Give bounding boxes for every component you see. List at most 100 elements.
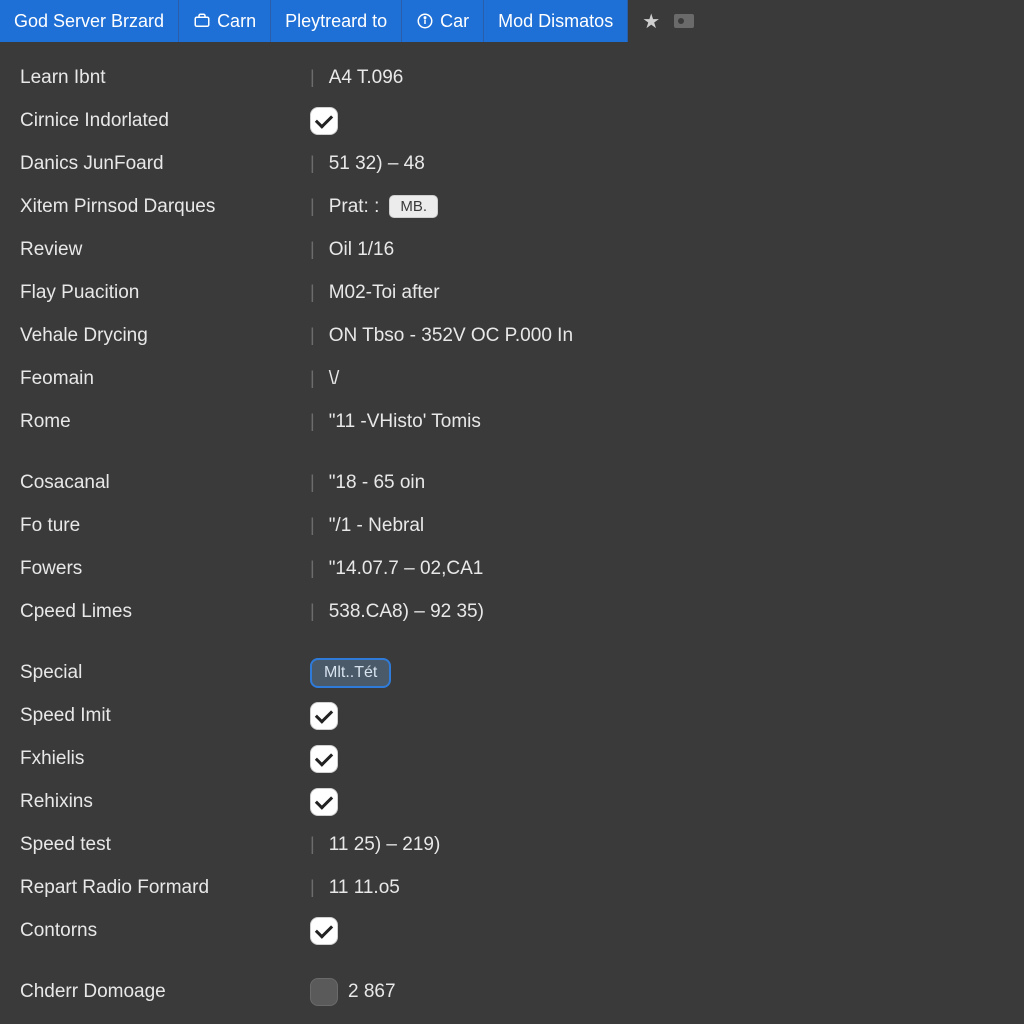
value-text: A4 T.096	[329, 67, 404, 89]
property-row: Fxhielis	[20, 737, 1004, 780]
property-value	[310, 702, 338, 730]
property-value	[310, 788, 338, 816]
property-value: | M02-Toi after	[310, 282, 440, 304]
property-row: Fo ture| "/1 - Nebral	[20, 504, 1004, 547]
property-label: Review	[20, 239, 310, 261]
checkbox[interactable]	[310, 788, 338, 816]
checkbox[interactable]	[310, 702, 338, 730]
value-text: "11 -VHisto' Tomis	[329, 411, 481, 433]
property-row: Review| Oil 1/16	[20, 228, 1004, 271]
value-text: 2 867	[348, 981, 396, 1003]
property-label: Rehixins	[20, 791, 310, 813]
property-row: Contorns	[20, 909, 1004, 952]
checkbox[interactable]	[310, 745, 338, 773]
property-label: Danics JunFoard	[20, 153, 310, 175]
property-value	[310, 917, 338, 945]
property-label: Flay Puacition	[20, 282, 310, 304]
property-row: Rehixins	[20, 780, 1004, 823]
star-icon[interactable]: ★	[642, 9, 660, 34]
value-text: \/	[329, 368, 340, 390]
tabbar-actions: ★	[628, 0, 708, 42]
property-label: Speed test	[20, 834, 310, 856]
property-label: Repart Radio Formard	[20, 877, 310, 899]
property-label: Cosacanal	[20, 472, 310, 494]
property-label: Feomain	[20, 368, 310, 390]
property-label: Rome	[20, 411, 310, 433]
property-label: Special	[20, 662, 310, 684]
property-label: Cpeed Limes	[20, 601, 310, 623]
value-text: M02-Toi after	[329, 282, 440, 304]
value-text: "18 - 65 oin	[329, 472, 426, 494]
property-value	[310, 745, 338, 773]
checkbox-disabled	[310, 978, 338, 1006]
tab-label: Mod Dismatos	[498, 11, 613, 32]
property-row: Danics JunFoard| 51 32) – 48	[20, 142, 1004, 185]
property-value: | Oil 1/16	[310, 239, 394, 261]
property-row: Cosacanal|"18 - 65 oin	[20, 461, 1004, 504]
briefcase-icon	[193, 12, 211, 30]
value-separator: |	[310, 368, 319, 389]
property-value: |"14.07.7 – 02,CA1	[310, 558, 483, 580]
tag-icon[interactable]	[674, 14, 694, 28]
property-value: |"18 - 65 oin	[310, 472, 425, 494]
property-row: Vehale Drycing| ON Tbso - 352V OC P.000 I…	[20, 314, 1004, 357]
value-separator: |	[310, 515, 319, 536]
property-label: Speed Imit	[20, 705, 310, 727]
value-separator: |	[310, 239, 319, 260]
info-icon	[416, 12, 434, 30]
property-row: Chderr Domoage 2 867	[20, 970, 1004, 1013]
tab-car[interactable]: Car	[402, 0, 484, 42]
tab-label: Carn	[217, 11, 256, 32]
value-separator: |	[310, 282, 319, 303]
value-separator: |	[310, 601, 319, 622]
checkbox[interactable]	[310, 107, 338, 135]
value-separator: |	[310, 834, 319, 855]
property-label: Learn Ibnt	[20, 67, 310, 89]
property-row: Fowers|"14.07.7 – 02,CA1	[20, 547, 1004, 590]
value-separator: |	[310, 877, 319, 898]
tab-carn[interactable]: Carn	[179, 0, 271, 42]
tab-pleytreard[interactable]: Pleytreard to	[271, 0, 402, 42]
chip[interactable]: MB.	[389, 195, 438, 218]
property-label: Cirnice Indorlated	[20, 110, 310, 132]
property-row: Cpeed Limes| 538.CA8) – 92 35)	[20, 590, 1004, 633]
property-value: | 538.CA8) – 92 35)	[310, 601, 484, 623]
property-row: Learn Ibnt| A4 T.096	[20, 56, 1004, 99]
property-label: Chderr Domoage	[20, 981, 310, 1003]
property-label: Vehale Drycing	[20, 325, 310, 347]
value-separator: |	[310, 558, 319, 579]
property-label: Fxhielis	[20, 748, 310, 770]
value-text: 11 11.o5	[329, 877, 400, 899]
tab-god-server[interactable]: God Server Brzard	[0, 0, 179, 42]
property-value: | "/1 - Nebral	[310, 515, 424, 537]
property-value: |11 25) – 219)	[310, 834, 440, 856]
property-value: 2 867	[310, 978, 396, 1006]
chip-button[interactable]: Mlt..Tét	[310, 658, 391, 688]
value-separator: |	[310, 325, 319, 346]
value-text: Oil 1/16	[329, 239, 394, 261]
property-value: | A4 T.096	[310, 67, 403, 89]
property-row: Feomain| \/	[20, 357, 1004, 400]
property-label: Xitem Pirnsod Darques	[20, 196, 310, 218]
tab-label: Pleytreard to	[285, 11, 387, 32]
value-text: 51 32) – 48	[329, 153, 425, 175]
property-row: SpecialMlt..Tét	[20, 651, 1004, 694]
value-separator: |	[310, 411, 319, 432]
property-label: Fo ture	[20, 515, 310, 537]
value-text: ON Tbso - 352V OC P.000 In	[329, 325, 573, 347]
tab-mod-dismatos[interactable]: Mod Dismatos	[484, 0, 628, 42]
value-text: "/1 - Nebral	[329, 515, 424, 537]
property-value: | 51 32) – 48	[310, 153, 425, 175]
tab-bar: God Server Brzard Carn Pleytreard to Car…	[0, 0, 1024, 42]
value-separator: |	[310, 196, 319, 217]
value-text: 538.CA8) – 92 35)	[329, 601, 484, 623]
property-value: | 11 11.o5	[310, 877, 400, 899]
property-row: Repart Radio Formard| 11 11.o5	[20, 866, 1004, 909]
value-separator: |	[310, 67, 319, 88]
value-separator: |	[310, 153, 319, 174]
property-row: Flay Puacition| M02-Toi after	[20, 271, 1004, 314]
content-area: Learn Ibnt|A4 T.096Cirnice IndorlatedDan…	[0, 42, 1024, 1024]
checkbox[interactable]	[310, 917, 338, 945]
property-value: | ON Tbso - 352V OC P.000 In	[310, 325, 573, 347]
property-label: Contorns	[20, 920, 310, 942]
